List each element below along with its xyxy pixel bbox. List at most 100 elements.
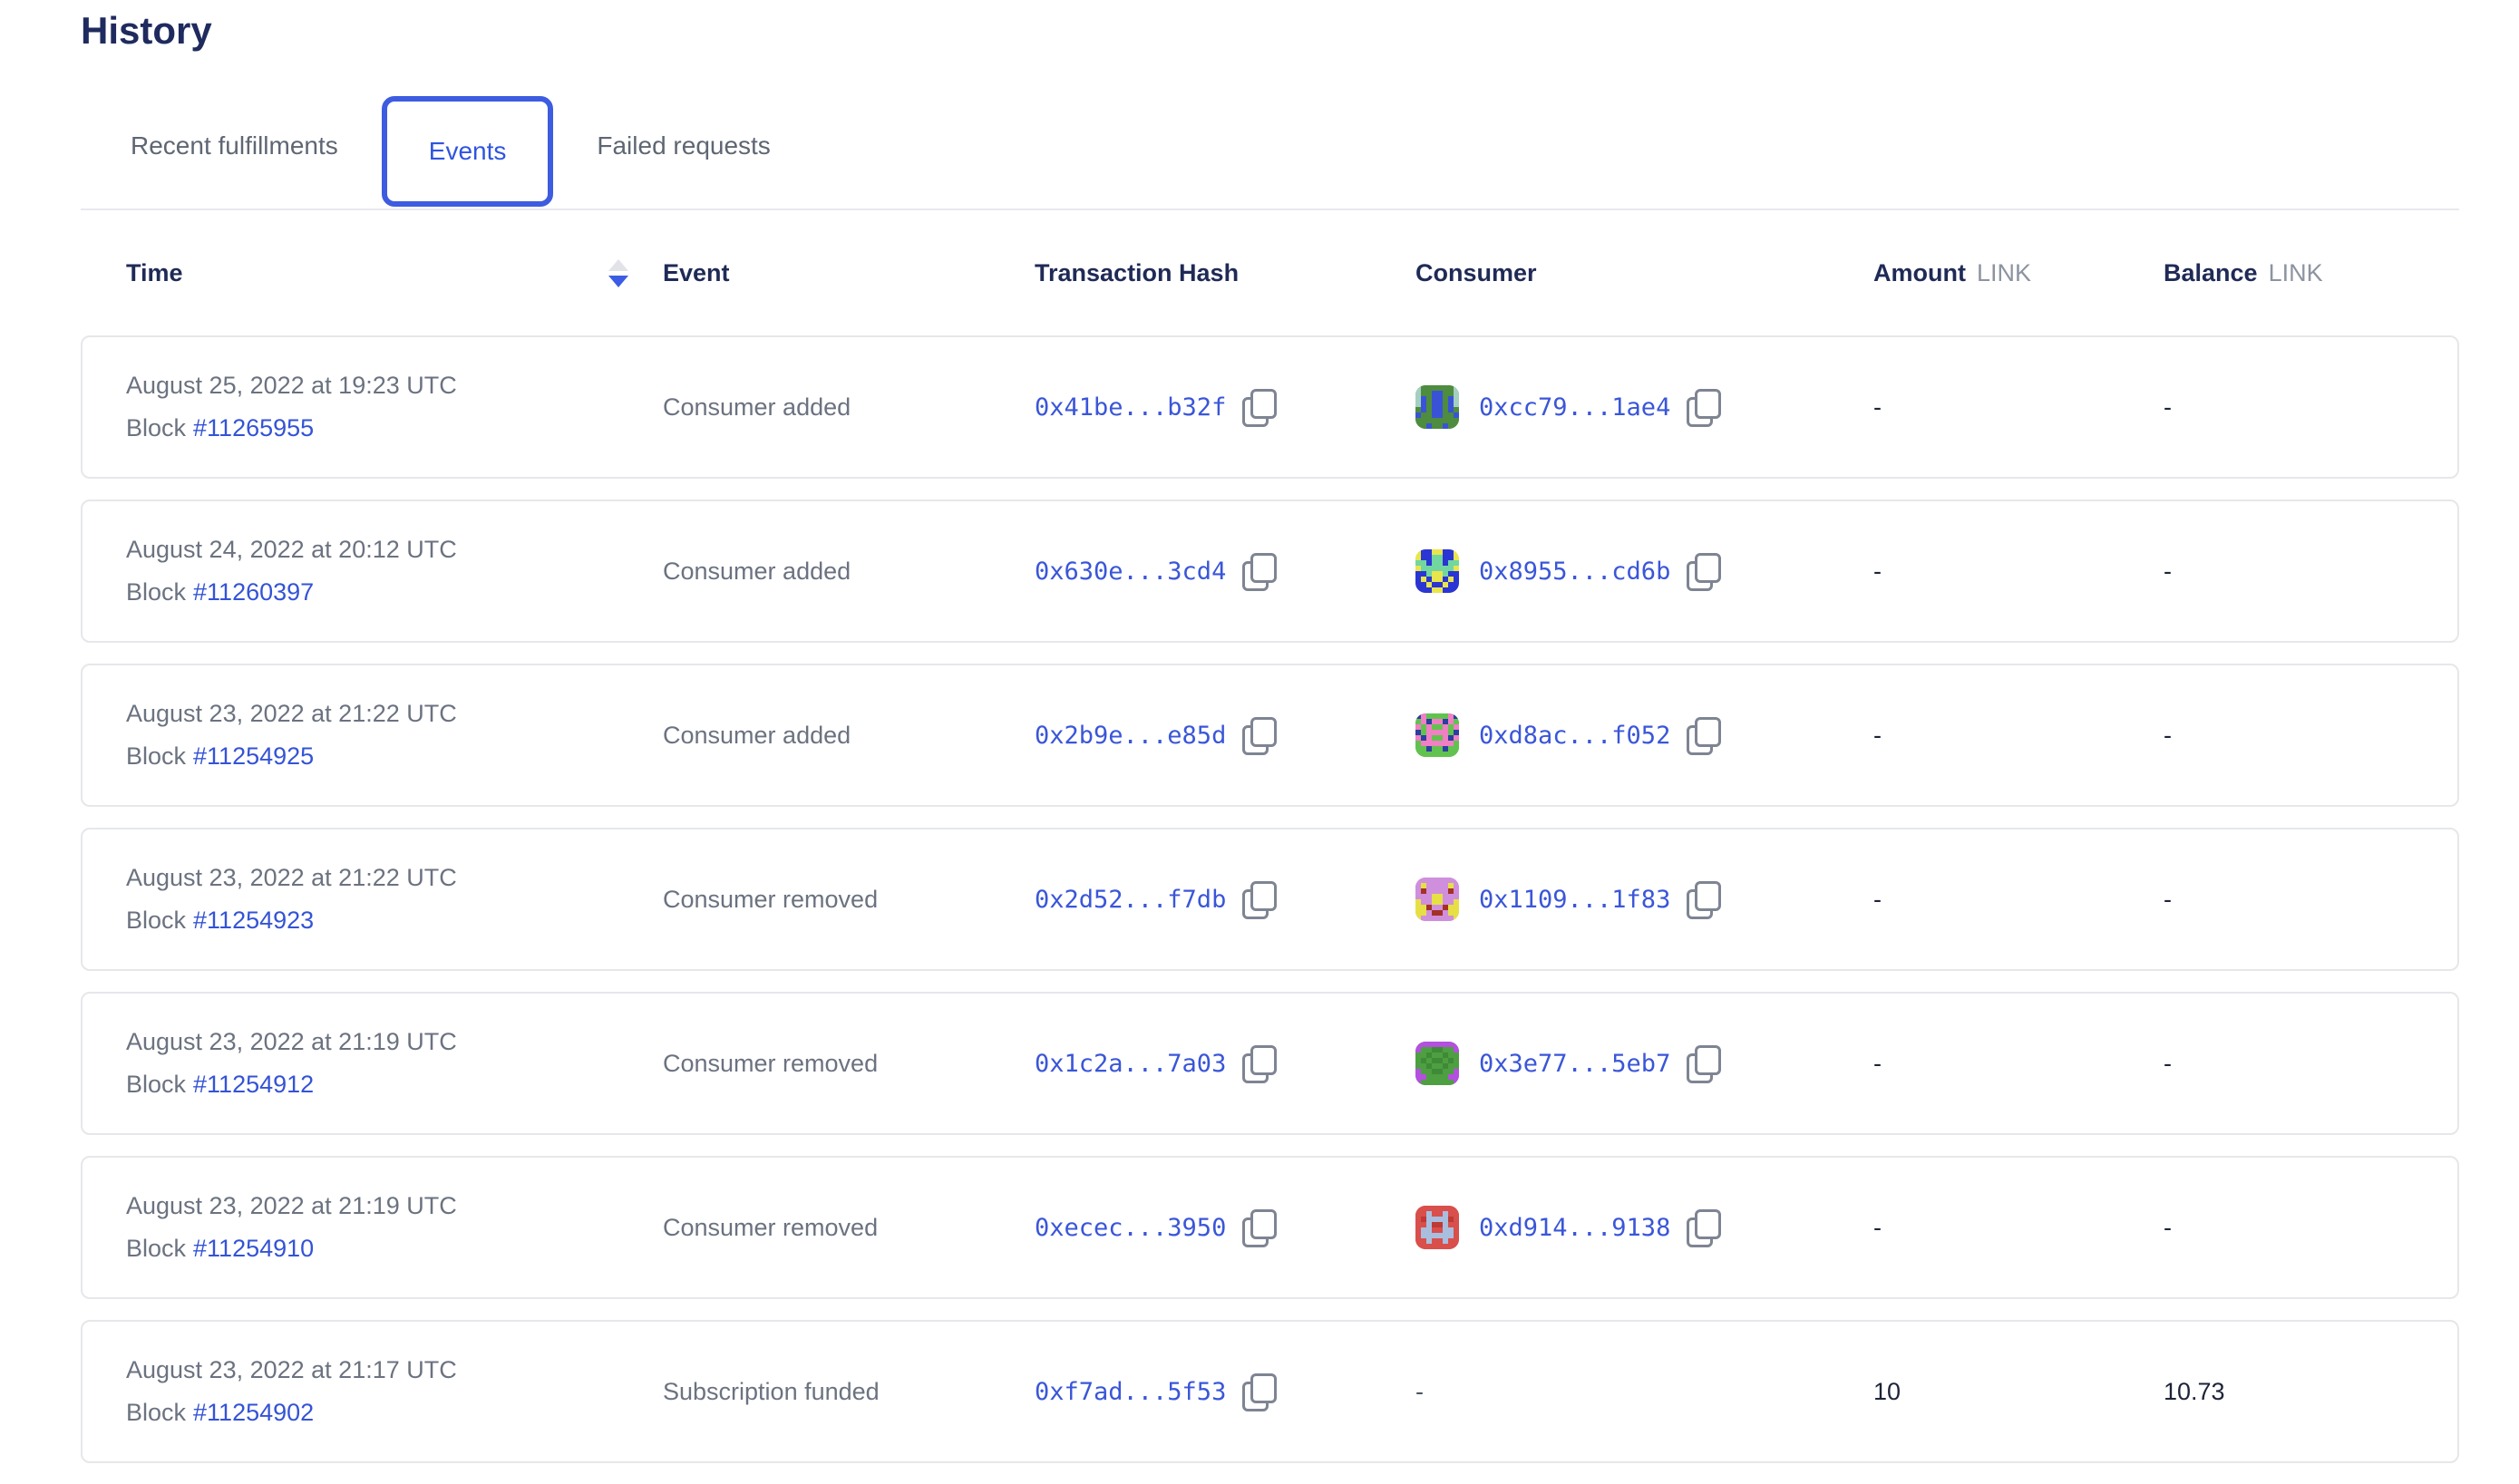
block-number-link[interactable]: #11254912 (193, 1071, 314, 1098)
event-date: August 24, 2022 at 20:12 UTC (126, 536, 457, 564)
column-header-event: Event (663, 259, 1035, 287)
block-label: Block (126, 742, 186, 770)
copy-icon[interactable] (1242, 1045, 1275, 1081)
history-panel: History Recent fulfillments Events Faile… (81, 0, 2459, 1484)
block-line: Block#11260397 (126, 578, 314, 606)
time-cell: August 23, 2022 at 21:19 UTC Block #11254… (126, 1192, 663, 1263)
consumer-address-link[interactable]: 0x1109...1f83 (1479, 886, 1670, 914)
copy-icon[interactable] (1687, 553, 1719, 589)
block-label: Block (126, 414, 186, 441)
consumer-identicon (1415, 385, 1459, 429)
block-number-link[interactable]: #11265955 (193, 414, 314, 441)
tx-hash-link[interactable]: 0x630e...3cd4 (1035, 558, 1226, 586)
copy-icon[interactable] (1687, 1209, 1719, 1246)
consumer-identicon (1415, 1206, 1459, 1249)
copy-icon[interactable] (1242, 1373, 1275, 1410)
event-date: August 25, 2022 at 19:23 UTC (126, 372, 457, 400)
event-cell: Consumer added (663, 393, 1035, 422)
event-type-text: Consumer added (663, 722, 851, 750)
consumer-cell: - (1415, 1378, 1873, 1406)
tab-events[interactable]: Events (382, 96, 554, 207)
event-row: August 25, 2022 at 19:23 UTC Block #11265… (81, 335, 2459, 479)
tab-recent-fulfillments[interactable]: Recent fulfillments (127, 131, 342, 160)
consumer-address-link[interactable]: 0x3e77...5eb7 (1479, 1050, 1670, 1078)
column-header-amount: Amount LINK (1873, 259, 2164, 287)
event-row: August 23, 2022 at 21:19 UTC Block #11254… (81, 1156, 2459, 1299)
event-row: August 23, 2022 at 21:22 UTC Block#11254… (81, 664, 2459, 807)
tx-hash-link[interactable]: 0xf7ad...5f53 (1035, 1378, 1226, 1406)
block-label: Block (126, 1235, 186, 1262)
balance-value: 10.73 (2164, 1378, 2225, 1406)
tx-hash-link[interactable]: 0x1c2a...7a03 (1035, 1050, 1226, 1078)
balance-value: - (2164, 1214, 2172, 1242)
balance-value: - (2164, 558, 2172, 586)
balance-cell: - (2164, 1050, 2414, 1078)
tab-failed-requests[interactable]: Failed requests (593, 131, 773, 160)
consumer-address-link[interactable]: 0xd8ac...f052 (1479, 722, 1670, 750)
copy-icon[interactable] (1687, 717, 1719, 753)
event-date: August 23, 2022 at 21:22 UTC (126, 864, 457, 892)
balance-cell: - (2164, 393, 2414, 422)
copy-icon[interactable] (1242, 389, 1275, 425)
tx-hash-link[interactable]: 0x2d52...f7db (1035, 886, 1226, 914)
amount-cell: - (1873, 558, 2164, 586)
copy-icon[interactable] (1242, 1209, 1275, 1246)
block-number-link[interactable]: #11254923 (193, 907, 314, 934)
tx-hash-cell: 0xf7ad...5f53 (1035, 1373, 1415, 1410)
consumer-cell: 0xd914...9138 (1415, 1206, 1873, 1249)
amount-unit-label: LINK (1977, 259, 2031, 286)
tx-hash-link[interactable]: 0x2b9e...e85d (1035, 722, 1226, 750)
event-type-text: Consumer added (663, 558, 851, 586)
sort-ascending-icon (608, 259, 628, 271)
table-header: Time Event Transaction Hash Consumer Amo… (81, 210, 2459, 335)
consumer-address-link[interactable]: 0xd914...9138 (1479, 1214, 1670, 1242)
tx-hash-link[interactable]: 0x41be...b32f (1035, 393, 1226, 422)
amount-value: - (1873, 1050, 1882, 1078)
block-number-link[interactable]: #11254910 (193, 1235, 314, 1262)
column-header-balance: BalanceLINK (2164, 259, 2414, 287)
copy-icon[interactable] (1687, 389, 1719, 425)
event-type-text: Subscription funded (663, 1378, 880, 1406)
sort-arrows-icon[interactable] (608, 259, 628, 287)
column-header-time[interactable]: Time (126, 259, 663, 287)
time-cell: August 24, 2022 at 20:12 UTC Block#11260… (126, 536, 663, 606)
time-cell: August 23, 2022 at 21:22 UTC Block#11254… (126, 700, 663, 771)
copy-icon[interactable] (1242, 881, 1275, 917)
event-type-text: Consumer removed (663, 1214, 878, 1242)
block-number-link[interactable]: #11260397 (193, 578, 314, 606)
copy-icon[interactable] (1687, 1045, 1719, 1081)
block-number-link[interactable]: #11254902 (193, 1399, 314, 1426)
consumer-address-link[interactable]: 0xcc79...1ae4 (1479, 393, 1670, 422)
amount-header-label: Amount (1873, 259, 1966, 286)
event-cell: Consumer added (663, 558, 1035, 586)
event-row: August 24, 2022 at 20:12 UTC Block#11260… (81, 500, 2459, 643)
block-line: Block #11254910 (126, 1235, 314, 1263)
tx-hash-link[interactable]: 0xecec...3950 (1035, 1214, 1226, 1242)
balance-value: - (2164, 722, 2172, 750)
block-line: Block#11254925 (126, 742, 314, 771)
event-date: August 23, 2022 at 21:19 UTC (126, 1192, 457, 1220)
consumer-cell: 0x3e77...5eb7 (1415, 1042, 1873, 1085)
event-type-text: Consumer removed (663, 1050, 878, 1078)
amount-cell: - (1873, 1214, 2164, 1242)
event-cell: Consumer removed (663, 1050, 1035, 1078)
copy-icon[interactable] (1687, 881, 1719, 917)
amount-cell: 10 (1873, 1378, 2164, 1406)
balance-cell: - (2164, 722, 2414, 750)
amount-value: - (1873, 722, 1882, 750)
consumer-identicon (1415, 1042, 1459, 1085)
column-header-consumer: Consumer (1415, 259, 1873, 287)
copy-icon[interactable] (1242, 717, 1275, 753)
block-line: Block#11254923 (126, 907, 314, 935)
event-row: August 23, 2022 at 21:17 UTC Block#11254… (81, 1320, 2459, 1463)
event-date: August 23, 2022 at 21:19 UTC (126, 1028, 457, 1056)
event-rows: August 25, 2022 at 19:23 UTC Block #11265… (81, 335, 2459, 1463)
block-number-link[interactable]: #11254925 (193, 742, 314, 770)
copy-icon[interactable] (1242, 553, 1275, 589)
event-cell: Subscription funded (663, 1378, 1035, 1406)
amount-cell: - (1873, 886, 2164, 914)
consumer-address-link[interactable]: 0x8955...cd6b (1479, 558, 1670, 586)
balance-cell: - (2164, 886, 2414, 914)
balance-value: - (2164, 1050, 2172, 1078)
amount-cell: - (1873, 722, 2164, 750)
